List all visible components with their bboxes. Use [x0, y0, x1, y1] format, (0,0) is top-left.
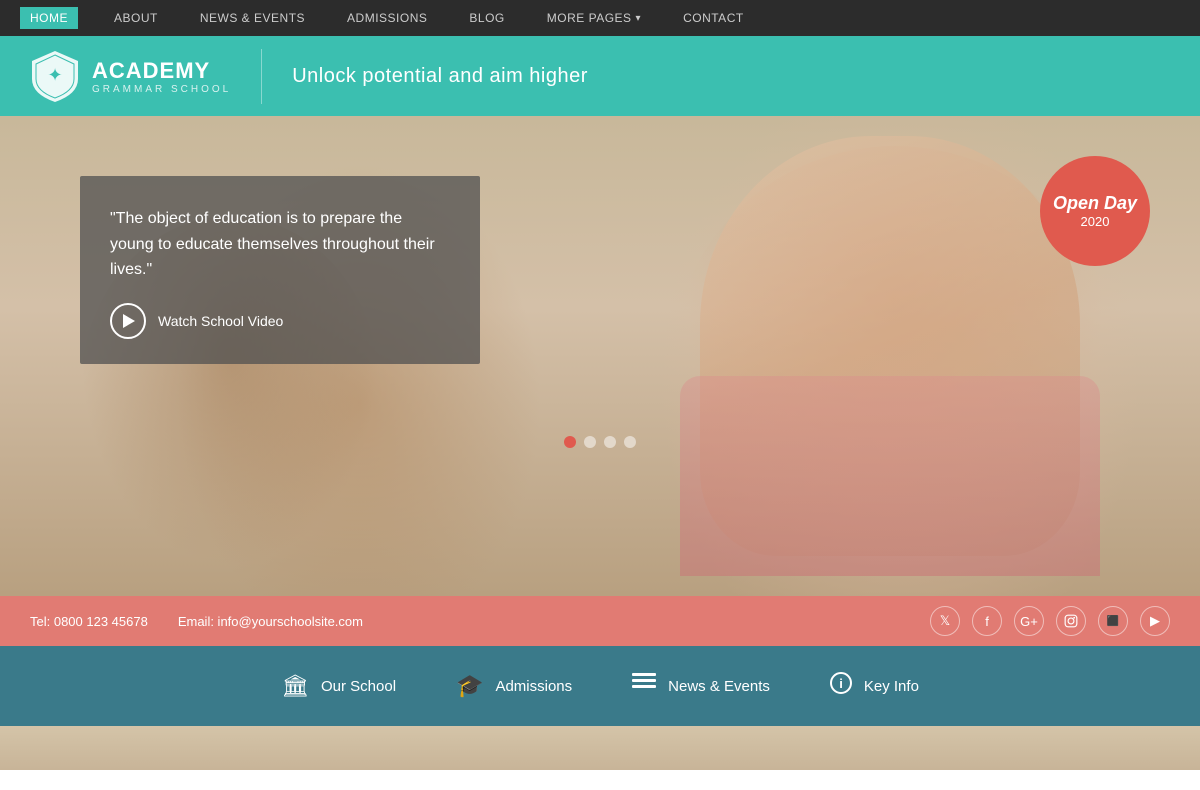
news-icon — [632, 673, 656, 699]
quick-link-admissions[interactable]: 🎓 Admissions — [456, 673, 572, 699]
quick-links-bar: 🏛 Our School 🎓 Admissions News & Events … — [0, 646, 1200, 726]
nav-item-contact[interactable]: CONTACT — [677, 7, 750, 29]
facebook-icon[interactable]: f — [972, 606, 1002, 636]
nav-item-news[interactable]: NEWS & EVENTS — [194, 7, 311, 29]
dot-3[interactable] — [604, 436, 616, 448]
header-tagline: Unlock potential and aim higher — [292, 65, 588, 88]
carousel-dots — [564, 436, 636, 448]
watch-video-button[interactable]: Watch School Video — [110, 303, 283, 339]
instagram-icon[interactable] — [1056, 606, 1086, 636]
school-building-icon: 🏛 — [281, 673, 309, 699]
site-header: ✦ ACADEMY GRAMMAR SCHOOL Unlock potentia… — [0, 36, 1200, 116]
dot-2[interactable] — [584, 436, 596, 448]
phone-number: Tel: 0800 123 45678 — [30, 614, 148, 629]
play-triangle-icon — [123, 314, 135, 328]
quote-text: "The object of education is to prepare t… — [110, 206, 450, 283]
contact-info: Tel: 0800 123 45678 Email: info@yourscho… — [30, 614, 363, 629]
play-icon — [110, 303, 146, 339]
svg-text:✦: ✦ — [47, 65, 62, 85]
dot-4[interactable] — [624, 436, 636, 448]
nav-item-admissions[interactable]: ADMISSIONS — [341, 7, 433, 29]
pink-shirt-overlay — [680, 376, 1100, 576]
dot-1[interactable] — [564, 436, 576, 448]
nav-item-home[interactable]: HOME — [20, 7, 78, 29]
top-navigation: HOME ABOUT NEWS & EVENTS ADMISSIONS BLOG… — [0, 0, 1200, 36]
nav-item-blog[interactable]: BLOG — [463, 7, 510, 29]
bottom-strip — [0, 726, 1200, 770]
flickr-icon[interactable]: ⬛ — [1098, 606, 1128, 636]
twitter-icon[interactable]: 𝕏 — [930, 606, 960, 636]
quote-box: "The object of education is to prepare t… — [80, 176, 480, 364]
school-logo-icon: ✦ — [30, 49, 80, 104]
svg-text:i: i — [839, 676, 843, 691]
google-plus-icon[interactable]: G+ — [1014, 606, 1044, 636]
graduation-cap-icon: 🎓 — [456, 673, 483, 699]
hero-section: "The object of education is to prepare t… — [0, 116, 1200, 596]
youtube-icon[interactable]: ▶ — [1140, 606, 1170, 636]
logo-text: ACADEMY GRAMMAR SCHOOL — [92, 58, 231, 95]
social-icons-bar: 𝕏 f G+ ⬛ ▶ — [930, 606, 1170, 636]
chevron-down-icon: ▾ — [636, 13, 642, 24]
email-address: Email: info@yourschoolsite.com — [178, 614, 363, 629]
info-circle-icon: i — [830, 672, 852, 700]
nav-item-more-pages[interactable]: MORE PAGES ▾ — [541, 7, 647, 29]
logo-area: ✦ ACADEMY GRAMMAR SCHOOL — [30, 49, 262, 104]
quick-link-news-events[interactable]: News & Events — [632, 673, 770, 699]
quick-link-key-info[interactable]: i Key Info — [830, 672, 919, 700]
quick-link-our-school[interactable]: 🏛 Our School — [281, 673, 396, 699]
open-day-badge: Open Day 2020 — [1040, 156, 1150, 266]
bottom-children-photo — [0, 726, 1200, 770]
contact-bar: Tel: 0800 123 45678 Email: info@yourscho… — [0, 596, 1200, 646]
nav-item-about[interactable]: ABOUT — [108, 7, 164, 29]
